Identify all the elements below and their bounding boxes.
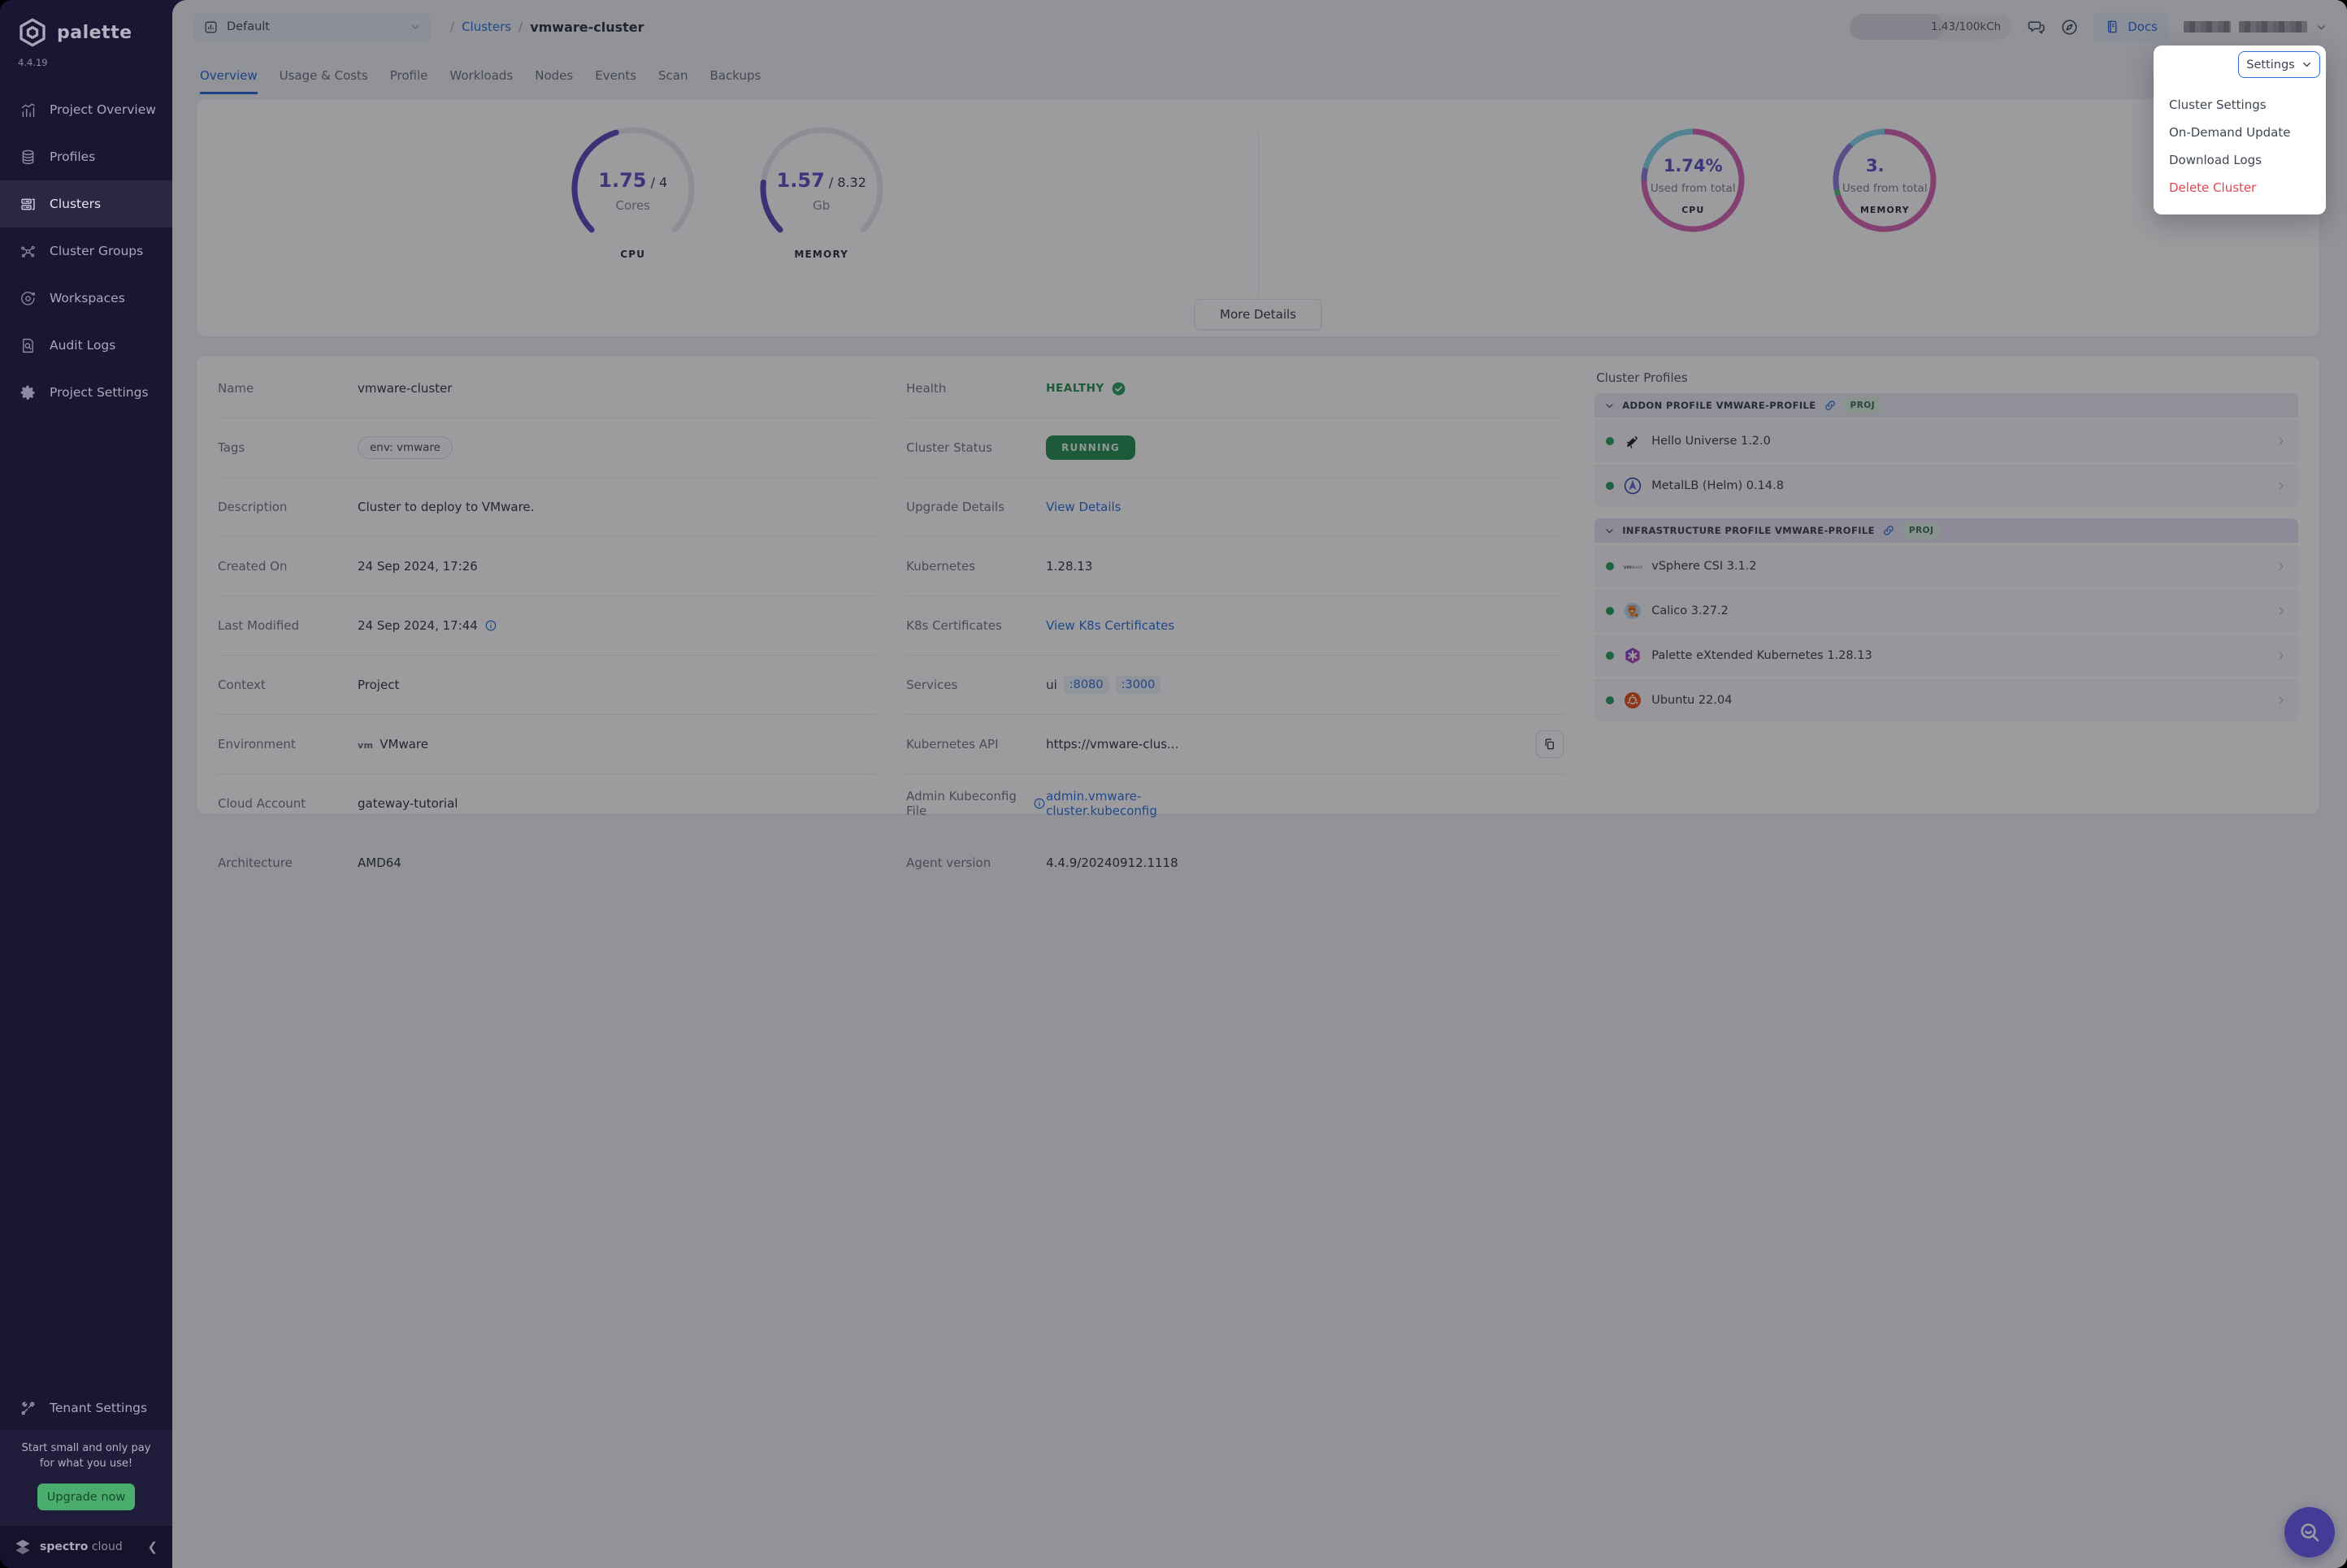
main-area: Default / Clusters / vmware-cluster 1.43… [172,0,2347,1568]
network-icon [20,243,37,260]
menu-item-delete-cluster[interactable]: Delete Cluster [2159,174,2320,201]
sidebar-item-clusters[interactable]: Clusters [0,180,172,227]
orbit-icon [20,290,37,307]
sidebar-bottom: Tenant Settings Start small and only pay… [0,1386,172,1568]
modal-overlay[interactable] [172,0,2347,1568]
upgrade-now-button[interactable]: Upgrade now [37,1484,135,1510]
chart-icon [20,102,37,119]
sidebar-item-label: Cluster Groups [50,244,143,258]
app-version: 4.4.19 [0,50,172,68]
menu-item-on-demand-update[interactable]: On-Demand Update [2159,119,2320,146]
sidebar-item-tenant-settings[interactable]: Tenant Settings [0,1386,172,1430]
settings-menu: Cluster SettingsOn-Demand UpdateDownload… [2159,91,2320,201]
spectro-cloud-logo-icon [13,1537,33,1557]
sidebar: palette 4.4.19 Project Overview Profiles C… [0,0,172,1568]
settings-button[interactable]: Settings [2238,51,2320,78]
brand-name: palette [57,23,132,43]
sidebar-item-label: Profiles [50,149,95,164]
tools-icon [20,1400,37,1417]
sidebar-nav: Project Overview Profiles Clusters Cluster … [0,86,172,416]
brand: palette [0,0,172,50]
clusters-icon [20,196,37,213]
palette-logo-icon [16,16,49,49]
settings-dropdown: Settings Cluster SettingsOn-Demand Updat… [2154,45,2326,214]
sidebar-item-audit-logs[interactable]: Audit Logs [0,322,172,369]
sidebar-item-label: Project Overview [50,102,156,117]
sidebar-footer: spectro cloud ❮ [0,1525,172,1568]
sidebar-item-label: Workspaces [50,291,125,305]
sidebar-item-label: Tenant Settings [50,1401,147,1415]
sidebar-item-project-settings[interactable]: Project Settings [0,369,172,416]
sidebar-item-project-overview[interactable]: Project Overview [0,86,172,133]
app-window: palette 4.4.19 Project Overview Profiles C… [0,0,2347,1568]
upgrade-text: Start small and only pay for what you us… [10,1441,163,1472]
sidebar-item-workspaces[interactable]: Workspaces [0,275,172,322]
sidebar-item-label: Audit Logs [50,338,115,353]
gear-icon [20,384,37,401]
sidebar-item-cluster-groups[interactable]: Cluster Groups [0,227,172,275]
sidebar-collapse-icon[interactable]: ❮ [144,1536,161,1557]
sidebar-item-profiles[interactable]: Profiles [0,133,172,180]
sidebar-item-label: Clusters [50,197,101,211]
audit-icon [20,337,37,354]
spectro-cloud-label: spectro cloud [40,1540,123,1553]
layers-icon [20,149,37,166]
menu-item-download-logs[interactable]: Download Logs [2159,146,2320,174]
main-surface: Default / Clusters / vmware-cluster 1.43… [172,0,2347,1568]
sidebar-item-label: Project Settings [50,385,149,400]
upgrade-card: Start small and only pay for what you us… [0,1430,172,1525]
menu-item-cluster-settings[interactable]: Cluster Settings [2159,91,2320,119]
